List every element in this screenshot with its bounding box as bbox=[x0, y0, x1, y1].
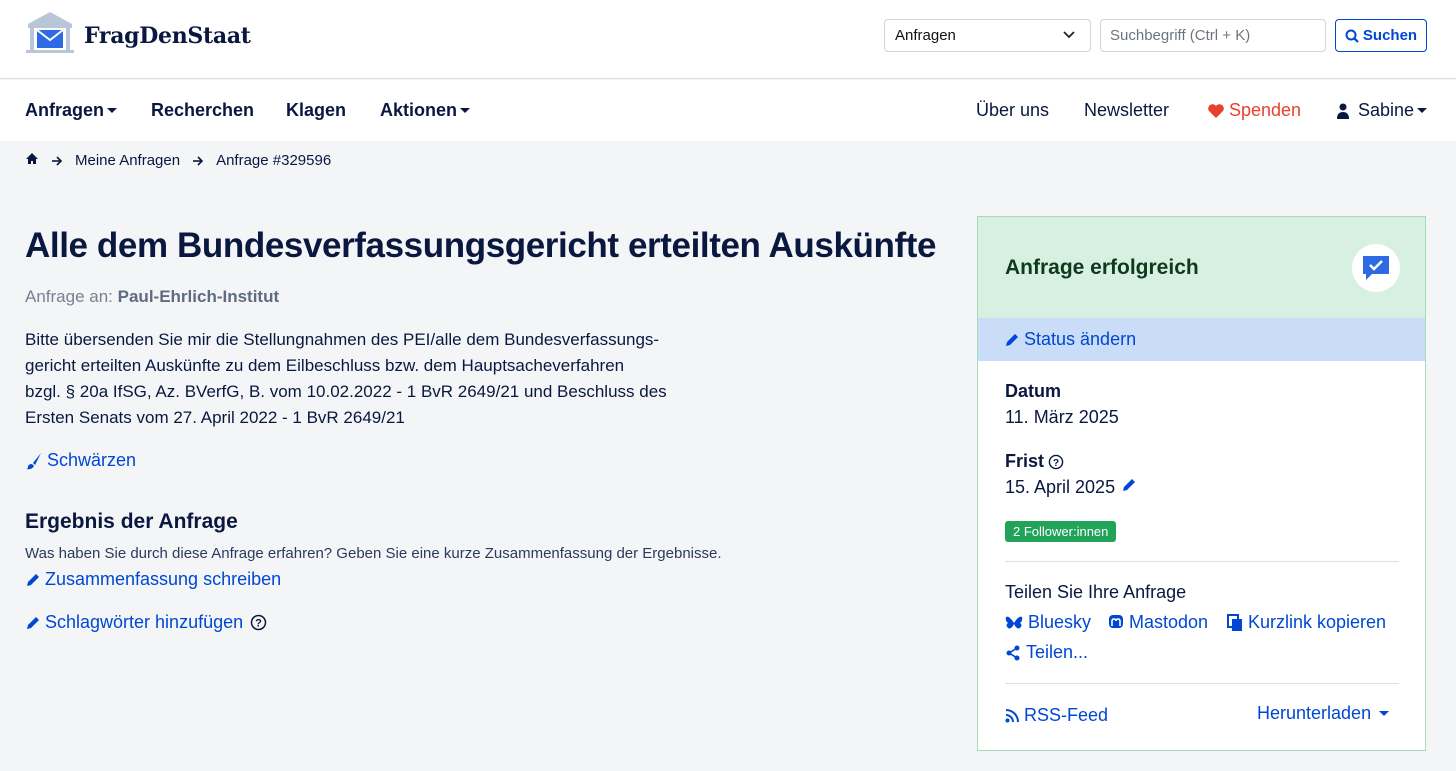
search-icon bbox=[1345, 29, 1359, 43]
date-value: 11. März 2025 bbox=[1005, 407, 1119, 427]
site-logo[interactable]: FragDenStaat bbox=[24, 10, 251, 54]
write-summary-link[interactable]: Zusammenfassung schreiben bbox=[25, 569, 281, 590]
logo-icon bbox=[26, 12, 74, 53]
share-mastodon-label: Mastodon bbox=[1129, 612, 1209, 632]
share-title: Teilen Sie Ihre Anfrage bbox=[1005, 582, 1187, 602]
home-icon bbox=[26, 153, 38, 164]
search-scope-value: Anfragen bbox=[895, 27, 956, 44]
nav-user-menu[interactable]: Sabine bbox=[1336, 100, 1428, 121]
user-icon bbox=[1337, 103, 1349, 119]
nav-ueber-uns[interactable]: Über uns bbox=[976, 100, 1049, 121]
download-label: Herunterladen bbox=[1257, 703, 1372, 723]
change-status-label: Status ändern bbox=[1024, 329, 1137, 349]
heart-icon bbox=[1208, 103, 1224, 118]
add-tags-label: Schlagwörter hinzufügen bbox=[45, 612, 244, 632]
deadline-label: Frist ? bbox=[1005, 451, 1064, 472]
deadline-value-text: 15. April 2025 bbox=[1005, 477, 1116, 497]
request-body-line: Bitte übersenden Sie mir die Stellungnah… bbox=[25, 330, 660, 349]
share-more-label: Teilen... bbox=[1026, 642, 1089, 662]
status-card: Anfrage erfolgreich Status ändern Datum … bbox=[977, 216, 1426, 751]
change-status-button[interactable]: Status ändern bbox=[978, 318, 1425, 361]
arrow-right-icon bbox=[193, 155, 204, 166]
search-input[interactable] bbox=[1100, 19, 1326, 52]
nav-spenden-label: Spenden bbox=[1229, 100, 1302, 120]
caret-down-icon bbox=[107, 108, 118, 113]
copy-icon bbox=[1227, 613, 1242, 631]
status-badge bbox=[1352, 244, 1400, 292]
chat-check-icon bbox=[1363, 256, 1389, 280]
deadline-label-text: Frist bbox=[1005, 451, 1045, 471]
date-label: Datum bbox=[1005, 381, 1062, 401]
share-bluesky[interactable]: Bluesky bbox=[1005, 612, 1091, 633]
write-summary-label: Zusammenfassung schreiben bbox=[45, 569, 282, 589]
edit-deadline-button[interactable] bbox=[1121, 477, 1137, 498]
logo-text: FragDenStaat bbox=[84, 23, 251, 49]
result-hint: Was haben Sie durch diese Anfrage erfahr… bbox=[25, 545, 722, 562]
rss-feed-label: RSS-Feed bbox=[1024, 705, 1109, 725]
arrow-right-icon bbox=[52, 155, 63, 166]
nav-user-label: Sabine bbox=[1358, 100, 1415, 120]
search-button-label: Suchen bbox=[1362, 27, 1418, 44]
share-bluesky-label: Bluesky bbox=[1028, 612, 1092, 632]
request-body-line: Ersten Senats vom 27. April 2022 - 1 BvR… bbox=[25, 408, 405, 427]
nav-aktionen[interactable]: Aktionen bbox=[380, 100, 471, 121]
result-heading: Ergebnis der Anfrage bbox=[25, 510, 238, 533]
rss-feed-link[interactable]: RSS-Feed bbox=[1005, 705, 1108, 726]
recipient-prefix: Anfrage an: bbox=[25, 287, 113, 306]
request-body-line: bzgl. § 20a IfSG, Az. BVerfG, B. vom 10.… bbox=[25, 382, 667, 401]
top-header: FragDenStaat Anfragen Suchen bbox=[0, 0, 1456, 79]
chevron-down-icon bbox=[1063, 31, 1075, 39]
divider bbox=[1005, 683, 1399, 684]
help-icon[interactable]: ? bbox=[250, 614, 267, 631]
svg-text:?: ? bbox=[255, 618, 262, 630]
paintbrush-icon bbox=[26, 452, 41, 469]
share-mastodon[interactable]: Mastodon bbox=[1108, 612, 1208, 633]
recipient-link[interactable]: Paul-Ehrlich-Institut bbox=[118, 287, 280, 306]
share-icon bbox=[1006, 645, 1020, 660]
nav-newsletter[interactable]: Newsletter bbox=[1084, 100, 1169, 121]
rss-icon bbox=[1005, 708, 1019, 722]
divider bbox=[1005, 561, 1399, 562]
help-icon[interactable]: ? bbox=[1048, 454, 1064, 470]
nav-aktionen-label: Aktionen bbox=[380, 100, 458, 120]
bluesky-icon bbox=[1005, 616, 1023, 628]
nav-recherchen[interactable]: Recherchen bbox=[151, 100, 254, 121]
pencil-icon bbox=[27, 616, 39, 629]
deadline-value: 15. April 2025 bbox=[1005, 477, 1137, 498]
status-title: Anfrage erfolgreich bbox=[1005, 256, 1199, 279]
search-button[interactable]: Suchen bbox=[1335, 19, 1427, 52]
main-nav: Anfragen Recherchen Klagen Aktionen Über… bbox=[0, 80, 1456, 141]
breadcrumb-home[interactable] bbox=[25, 152, 39, 169]
pencil-icon bbox=[1006, 333, 1018, 346]
caret-down-icon bbox=[1417, 108, 1428, 113]
copy-shortlink[interactable]: Kurzlink kopieren bbox=[1227, 612, 1386, 633]
pencil-icon bbox=[27, 573, 39, 586]
redact-link-label: Schwärzen bbox=[47, 450, 137, 470]
breadcrumb-current: Anfrage #329596 bbox=[216, 152, 332, 169]
mastodon-icon bbox=[1109, 615, 1123, 628]
add-tags-link[interactable]: Schlagwörter hinzufügen ? bbox=[25, 612, 267, 633]
nav-spenden[interactable]: Spenden bbox=[1207, 100, 1301, 121]
search-scope-select[interactable]: Anfragen bbox=[884, 19, 1091, 52]
status-card-header: Anfrage erfolgreich bbox=[978, 217, 1425, 318]
pencil-icon bbox=[1123, 479, 1136, 491]
request-recipient: Anfrage an: Paul-Ehrlich-Institut bbox=[25, 287, 279, 307]
request-body-line: gericht erteilten Auskünfte zu dem Eilbe… bbox=[25, 356, 625, 375]
breadcrumb: Meine Anfragen Anfrage #329596 bbox=[25, 152, 331, 169]
request-body: Bitte übersenden Sie mir die Stellungnah… bbox=[25, 327, 725, 431]
copy-shortlink-label: Kurzlink kopieren bbox=[1248, 612, 1387, 632]
followers-badge[interactable]: 2 Follower:innen bbox=[1005, 521, 1117, 542]
redact-link[interactable]: Schwärzen bbox=[25, 450, 136, 471]
caret-down-icon bbox=[1379, 711, 1390, 716]
nav-anfragen-label: Anfragen bbox=[25, 100, 105, 120]
nav-anfragen[interactable]: Anfragen bbox=[25, 100, 118, 121]
page-title: Alle dem Bundesverfassungsgericht erteil… bbox=[25, 226, 937, 265]
share-more[interactable]: Teilen... bbox=[1005, 642, 1088, 663]
download-dropdown[interactable]: Herunterladen bbox=[1257, 703, 1390, 724]
breadcrumb-meine-anfragen[interactable]: Meine Anfragen bbox=[75, 152, 180, 169]
svg-text:?: ? bbox=[1053, 457, 1059, 468]
caret-down-icon bbox=[460, 108, 471, 113]
nav-klagen[interactable]: Klagen bbox=[286, 100, 346, 121]
